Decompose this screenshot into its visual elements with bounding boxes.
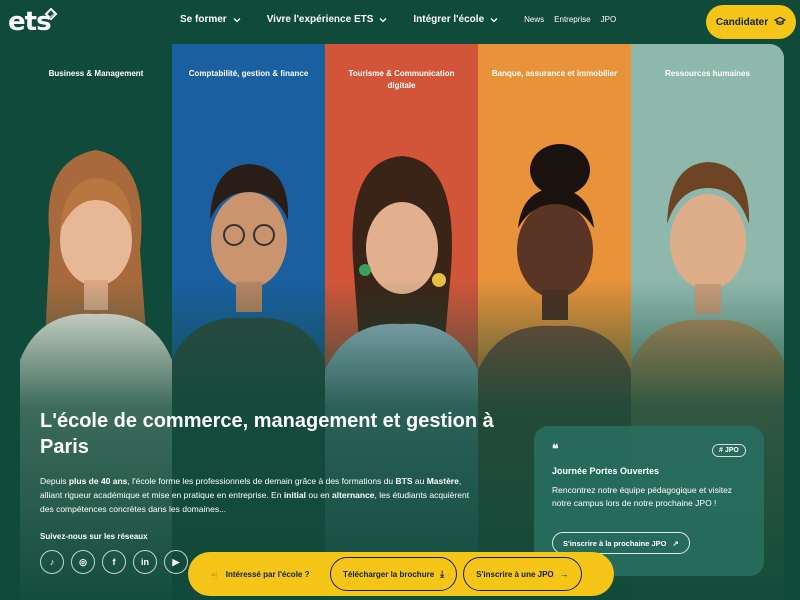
nav-label: Intégrer l'école [413, 14, 485, 25]
chevron-down-icon [490, 16, 498, 24]
facebook-icon[interactable]: f [102, 550, 126, 574]
jpo-register-button[interactable]: S'inscrire à la prochaine JPO ↗ [552, 532, 690, 554]
jpo-register-label: S'inscrire à la prochaine JPO [563, 538, 667, 548]
quote-icon: ❝ [552, 442, 559, 456]
hand-pointer-icon: ☝ [208, 568, 220, 579]
site-header: ets Se former Vivre l'expérience ETS Int… [0, 0, 800, 44]
panel-label: Comptabilité, gestion & finance [188, 69, 309, 78]
nav-vivre-experience[interactable]: Vivre l'expérience ETS [267, 14, 388, 25]
nav-label: Vivre l'expérience ETS [266, 14, 374, 25]
graduation-cap-icon [773, 16, 787, 29]
nav-news-link[interactable]: News [524, 15, 544, 24]
arrow-up-right-icon: ↗ [672, 538, 679, 548]
youtube-icon[interactable]: ▶ [164, 550, 188, 574]
panel-label: Business & Management [48, 69, 144, 78]
chevron-down-icon [233, 16, 241, 24]
linkedin-icon[interactable]: in [133, 550, 157, 574]
jpo-card-title: Journée Portes Ouvertes [552, 466, 660, 476]
hero-headline: L'école de commerce, management et gesti… [40, 410, 494, 458]
social-title: Suivez-nous sur les réseaux [40, 532, 148, 541]
candidater-label: Candidater [715, 16, 769, 28]
nav-jpo-link[interactable]: JPO [601, 15, 617, 24]
chevron-down-icon [379, 16, 387, 24]
register-jpo-button[interactable]: S'inscrire à une JPO → [463, 557, 582, 591]
register-jpo-label: S'inscrire à une JPO [476, 569, 554, 579]
panel-label: Tourisme & Communication digitale [348, 69, 455, 90]
nav-se-former[interactable]: Se former [180, 14, 241, 25]
candidater-button[interactable]: Candidater [706, 5, 796, 39]
bottom-action-bar: ☝ Intéressé par l'école ? Télécharger la… [188, 552, 614, 596]
nav-entreprise-link[interactable]: Entreprise [554, 15, 590, 24]
hero-description: Depuis plus de 40 ans, l'école forme les… [40, 476, 470, 514]
interested-button[interactable]: ☝ Intéressé par l'école ? [194, 557, 324, 591]
download-brochure-label: Télécharger la brochure [343, 569, 435, 579]
nav-integrer-ecole[interactable]: Intégrer l'école [413, 14, 498, 25]
interested-label: Intéressé par l'école ? [225, 569, 310, 579]
main-nav: Se former Vivre l'expérience ETS Intégre… [180, 14, 626, 25]
tiktok-icon[interactable]: ♪ [40, 550, 64, 574]
download-icon: ⤓ [440, 568, 445, 579]
jpo-card-text: Rencontrez notre équipe pédagogique et v… [552, 485, 733, 508]
download-brochure-button[interactable]: Télécharger la brochure ⤓ [330, 557, 458, 591]
panel-label: Banque, assurance et immobilier [491, 69, 618, 78]
nav-label: Se former [180, 14, 227, 25]
instagram-icon[interactable]: ◎ [71, 550, 95, 574]
arrow-right-icon: → [559, 569, 569, 579]
social-links: ♪ ◎ f in ▶ [40, 550, 195, 574]
panel-label: Ressources humaines [665, 69, 750, 78]
jpo-tag-badge: # JPO [712, 444, 746, 457]
